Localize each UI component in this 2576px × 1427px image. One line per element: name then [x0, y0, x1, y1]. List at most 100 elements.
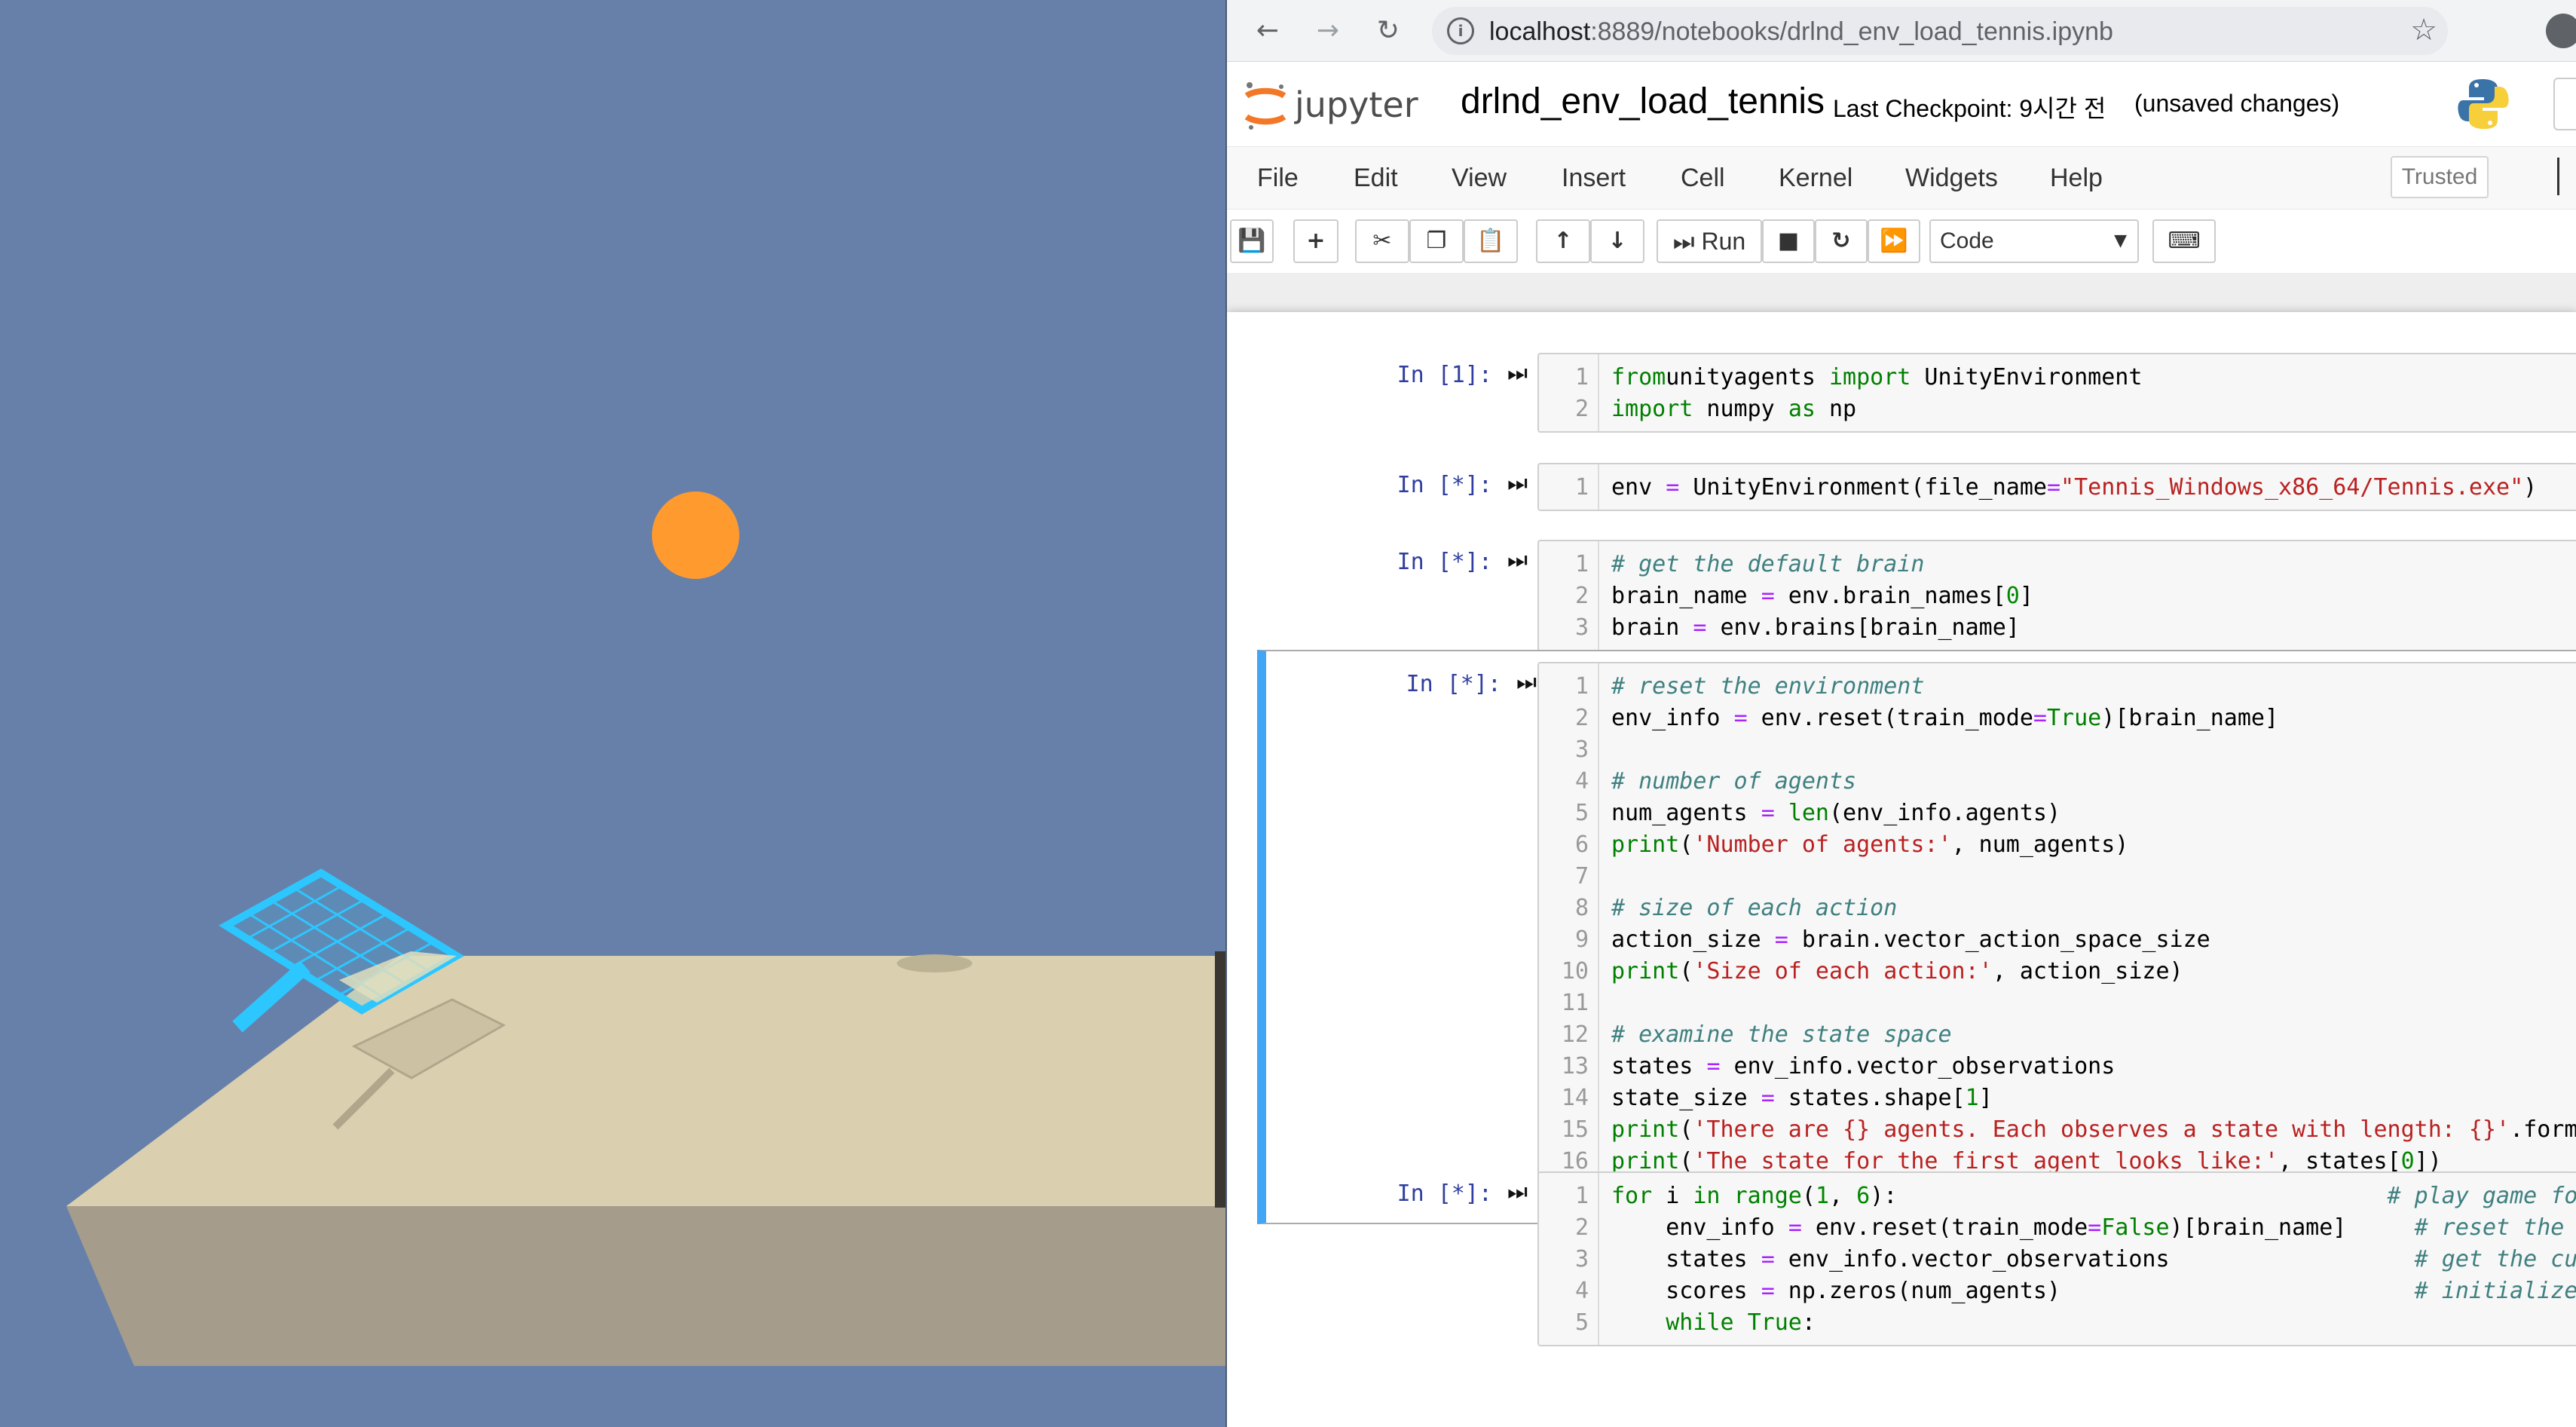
code-token: )[brain_name]: [2101, 705, 2279, 731]
code-token: # reset the environment: [1611, 673, 1925, 700]
code-token: ]: [1978, 1085, 1993, 1111]
keyboard-icon[interactable]: ⌨: [2152, 219, 2216, 263]
code-cell[interactable]: In [*]: ⏭ 1 # get the default brain 2 brain_n…: [1257, 540, 2576, 651]
code-editor[interactable]: 1 # reset the environment 2 env_info = env.…: [1537, 662, 2576, 1215]
code-token: numpy: [1693, 396, 1788, 422]
move-down-icon[interactable]: ↓: [1590, 219, 1644, 263]
code-line[interactable]: 13 states = env_info.vector_observations: [1539, 1051, 2576, 1082]
code-token: False: [2101, 1214, 2170, 1241]
line-number: 8: [1574, 895, 1589, 921]
code-token: env_info.vector_observations: [1720, 1053, 2116, 1079]
code-editor[interactable]: 1 for i in range(1, 6): # play game fo 2 e…: [1537, 1171, 2576, 1346]
code-line[interactable]: 14 state_size = states.shape[1]: [1539, 1082, 2576, 1114]
bookmark-star-icon[interactable]: ☆: [2410, 13, 2437, 47]
code-token: 'The state for the first agent looks lik…: [1693, 1148, 2279, 1174]
code-line[interactable]: 1 # get the default brain: [1539, 549, 2576, 580]
cell-type-select[interactable]: Code ▼: [1929, 219, 2139, 263]
code-editor[interactable]: 1 fromunityagents import UnityEnvironment…: [1537, 353, 2576, 433]
code-line[interactable]: 2 import numpy as np: [1539, 393, 2576, 425]
code-cell[interactable]: In [*]: ⏭ 1 for i in range(1, 6): # play ga…: [1257, 1171, 2576, 1346]
code-line[interactable]: 1 env = UnityEnvironment(file_name="Tenni…: [1539, 472, 2576, 504]
jupyter-logo[interactable]: jupyter: [1238, 75, 1441, 135]
code-line[interactable]: 2 brain_name = env.brain_names[0]: [1539, 580, 2576, 612]
code-line[interactable]: 2 env_info = env.reset(train_mode=True)[b…: [1539, 703, 2576, 734]
code-line[interactable]: 15 print('There are {} agents. Each obser…: [1539, 1114, 2576, 1146]
run-cell-icon[interactable]: ⏭: [1507, 1179, 1528, 1205]
cut-icon[interactable]: ✂: [1355, 219, 1409, 263]
code-token: from: [1611, 364, 1666, 390]
run-cell-icon[interactable]: ⏭: [1507, 547, 1528, 574]
code-line[interactable]: 7: [1539, 861, 2576, 893]
line-number: 3: [1574, 614, 1589, 641]
code-line[interactable]: 3: [1539, 734, 2576, 766]
code-editor[interactable]: 1 env = UnityEnvironment(file_name="Tenni…: [1537, 463, 2576, 511]
notebook-title[interactable]: drlnd_env_load_tennis: [1461, 81, 1825, 122]
code-line[interactable]: 8 # size of each action: [1539, 893, 2576, 924]
code-text: states = env_info.vector_observations: [1611, 1051, 2115, 1082]
menu-help[interactable]: Help: [2050, 164, 2103, 193]
code-line[interactable]: 4 scores = np.zeros(num_agents) # initia…: [1539, 1275, 2576, 1307]
fast-forward-icon[interactable]: ⏩: [1868, 219, 1920, 263]
menu-file[interactable]: File: [1257, 164, 1299, 193]
code-line[interactable]: 1 # reset the environment: [1539, 671, 2576, 703]
line-number: 4: [1574, 1278, 1589, 1304]
code-line[interactable]: 5 while True:: [1539, 1307, 2576, 1339]
code-text: brain_name = env.brain_names[0]: [1611, 580, 2033, 612]
code-line[interactable]: 3 brain = env.brains[brain_name]: [1539, 612, 2576, 644]
line-number: 5: [1574, 1309, 1589, 1336]
code-token: 'There are {} agents. Each observes a st…: [1693, 1116, 2510, 1143]
code-token: scores: [1611, 1278, 1761, 1304]
code-cell[interactable]: In [*]: ⏭ 1 env = UnityEnvironment(file_nam…: [1257, 463, 2576, 511]
logout-button[interactable]: [2553, 78, 2576, 130]
menu-cell[interactable]: Cell: [1681, 164, 1725, 193]
menu-widgets[interactable]: Widgets: [1905, 164, 1998, 193]
save-icon[interactable]: 💾: [1230, 219, 1274, 263]
code-line[interactable]: 3 states = env_info.vector_observations …: [1539, 1244, 2576, 1275]
code-text: env_info = env.reset(train_mode=False)[b…: [1611, 1212, 2576, 1244]
menu-kernel[interactable]: Kernel: [1779, 164, 1852, 193]
code-line[interactable]: 11: [1539, 988, 2576, 1019]
code-line[interactable]: 2 env_info = env.reset(train_mode=False)…: [1539, 1212, 2576, 1244]
code-cell[interactable]: In [1]: ⏭ 1 fromunityagents import UnityEnv…: [1257, 353, 2576, 433]
code-line[interactable]: 1 fromunityagents import UnityEnvironment: [1539, 362, 2576, 393]
restart-icon[interactable]: ↻: [1815, 219, 1868, 263]
run-cell-icon[interactable]: ⏭: [1516, 669, 1537, 696]
code-token: # initialize t: [2414, 1278, 2576, 1304]
profile-avatar-icon[interactable]: [2546, 14, 2576, 48]
url-field[interactable]: i localhost:8889/notebooks/drlnd_env_loa…: [1432, 7, 2448, 55]
code-line[interactable]: 9 action_size = brain.vector_action_space…: [1539, 924, 2576, 956]
menu-view[interactable]: View: [1452, 164, 1507, 193]
move-up-icon[interactable]: ↑: [1536, 219, 1590, 263]
back-arrow-icon[interactable]: ←: [1250, 13, 1286, 49]
forward-arrow-icon[interactable]: →: [1310, 13, 1346, 49]
line-number: 2: [1574, 583, 1589, 609]
site-info-icon[interactable]: i: [1447, 17, 1474, 44]
code-line[interactable]: 4 # number of agents: [1539, 766, 2576, 798]
menu-insert[interactable]: Insert: [1562, 164, 1626, 193]
code-line[interactable]: 10 print('Size of each action:', action_s…: [1539, 956, 2576, 988]
trusted-indicator[interactable]: Trusted: [2391, 156, 2489, 198]
code-line[interactable]: 6 print('Number of agents:', num_agents): [1539, 829, 2576, 861]
code-token: len: [1788, 800, 1829, 826]
run-button[interactable]: ⏭ Run: [1657, 219, 1762, 263]
code-line[interactable]: 1 for i in range(1, 6): # play game fo: [1539, 1180, 2576, 1212]
run-cell-icon[interactable]: ⏭: [1507, 470, 1528, 497]
code-text: env = UnityEnvironment(file_name="Tennis…: [1611, 472, 2537, 504]
line-number: 1: [1574, 1183, 1589, 1209]
stop-icon[interactable]: ■: [1762, 219, 1815, 263]
code-line[interactable]: 5 num_agents = len(env_info.agents): [1539, 798, 2576, 829]
menu-edit[interactable]: Edit: [1354, 164, 1398, 193]
reload-icon[interactable]: ↻: [1370, 13, 1406, 49]
code-token: UnityEnvironment: [1911, 364, 2143, 390]
code-cell[interactable]: In [*]: ⏭ 1 # reset the environment 2 env_inf…: [1257, 650, 2576, 1224]
paste-icon[interactable]: 📋: [1464, 219, 1518, 263]
code-editor[interactable]: 1 # get the default brain 2 brain_name = en…: [1537, 540, 2576, 651]
copy-icon[interactable]: ❐: [1409, 219, 1464, 263]
add-cell-icon[interactable]: +: [1293, 219, 1338, 263]
code-text: env_info = env.reset(train_mode=True)[br…: [1611, 703, 2278, 734]
code-line[interactable]: 12 # examine the state space: [1539, 1019, 2576, 1051]
run-cell-icon[interactable]: ⏭: [1507, 360, 1528, 387]
code-token: np: [1815, 396, 1857, 422]
url-text[interactable]: localhost:8889/notebooks/drlnd_env_load_…: [1489, 17, 2113, 47]
